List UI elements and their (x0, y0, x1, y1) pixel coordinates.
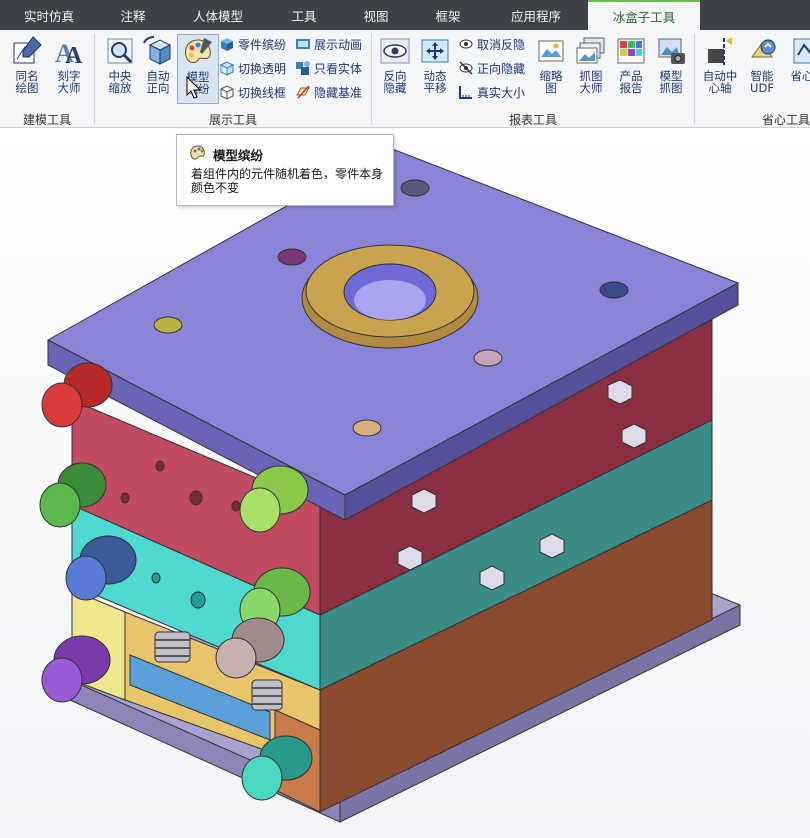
group-save-effort-tools: 自动中 心轴 智能 UDF 省心 省心工具 (695, 30, 810, 128)
tab-annotation[interactable]: 注释 (98, 0, 168, 30)
save-effort-icon (793, 38, 810, 64)
engraving-letter-icon: AA (55, 39, 83, 67)
engraving-master-button[interactable]: AA 刻字 大师 (48, 34, 90, 104)
tooltip-description: 着组件内的元件随机着色，零件本身颜色不变 (191, 167, 384, 195)
show-animation-button[interactable]: 展示动画 (295, 34, 362, 54)
tab-realtime-simulation[interactable]: 实时仿真 (0, 0, 98, 30)
center-zoom-button[interactable]: 中央 缩放 (99, 34, 141, 104)
datum-plane-icon (296, 85, 310, 99)
ruler-icon (459, 86, 472, 99)
forward-hide-button[interactable]: 正向隐藏 (458, 58, 525, 78)
palette-icon (190, 145, 205, 160)
model-capture-button[interactable]: 模型 抓图 (650, 34, 692, 104)
solid-parts-icon (296, 61, 310, 75)
colored-cube-icon (221, 38, 233, 51)
auto-orient-button[interactable]: 自动 正向 (137, 34, 179, 104)
smart-udf-icon (751, 39, 776, 58)
tab-human-model[interactable]: 人体模型 (168, 0, 268, 30)
eye-icon (459, 39, 473, 49)
eye-reverse-icon (380, 38, 410, 64)
capture-master-button[interactable]: 抓图 大师 (570, 34, 612, 104)
reverse-hide-button[interactable]: 反向 隐藏 (374, 34, 416, 104)
axis-icon (708, 37, 732, 65)
group-label-report: 报表工具 (508, 113, 557, 127)
tooltip-model-colorful: 模型缤纷 着组件内的元件随机着色，零件本身颜色不变 (176, 134, 394, 206)
same-name-drawing-button[interactable]: 同名 绘图 (6, 34, 48, 104)
mouse-pointer-icon (186, 76, 202, 99)
tab-icebox-tools[interactable]: 冰盒子工具 (588, 0, 700, 30)
eye-crossed-icon (459, 61, 473, 75)
application-window: 实时仿真 注释 人体模型 工具 视图 框架 应用程序 冰盒子工具 同名 绘图 A… (0, 0, 810, 838)
3d-viewport[interactable] (0, 129, 810, 838)
pan-arrows-icon (421, 39, 449, 63)
tooltip-title: 模型缤纷 (213, 148, 264, 163)
tab-view[interactable]: 视图 (340, 0, 412, 30)
part-colorful-button[interactable]: 零件缤纷 (219, 34, 286, 54)
svg-text:A: A (65, 43, 83, 67)
group-label-modeling: 建模工具 (22, 113, 71, 127)
smart-udf-button[interactable]: 智能 UDF (741, 34, 783, 104)
ribbon-panel: 同名 绘图 AA 刻字 大师 建模工具 中央 缩放 自动 正向 模型 缤纷 (0, 30, 810, 128)
toggle-wireframe-button[interactable]: 切换线框 (219, 82, 286, 102)
report-color-icon (617, 38, 645, 64)
ribbon-tab-bar: 实时仿真 注释 人体模型 工具 视图 框架 应用程序 冰盒子工具 (0, 0, 810, 30)
mold-assembly-model[interactable] (0, 129, 810, 838)
drawing-icon (13, 36, 42, 64)
toggle-transparent-button[interactable]: 切换透明 (219, 58, 286, 78)
transparent-cube-icon (219, 61, 235, 76)
thumbnail-icon (538, 40, 564, 62)
animation-icon (296, 39, 310, 49)
save-effort-button[interactable]: 省心 (781, 34, 810, 104)
group-label-display: 展示工具 (208, 113, 257, 127)
cube-orient-icon (143, 35, 172, 65)
hide-datum-button[interactable]: 隐藏基准 (295, 82, 362, 102)
camera-icon (658, 38, 685, 64)
tab-applications[interactable]: 应用程序 (484, 0, 588, 30)
thumbnail-button[interactable]: 缩略 图 (530, 34, 572, 104)
cancel-reverse-hide-button[interactable]: 取消反隐 (458, 34, 525, 54)
screenshot-stack-icon (576, 37, 605, 64)
group-report-tools: 反向 隐藏 动态 平移 取消反隐 正向隐藏 真实大小 缩略 图 抓图 大师 产品… (372, 30, 694, 128)
group-modeling-tools: 同名 绘图 AA 刻字 大师 建模工具 (0, 30, 94, 128)
auto-center-axis-button[interactable]: 自动中 心轴 (699, 34, 741, 104)
magnifier-icon (107, 38, 133, 64)
true-size-button[interactable]: 真实大小 (458, 82, 525, 102)
solid-only-button[interactable]: 只看实体 (295, 58, 362, 78)
product-report-button[interactable]: 产品 报告 (610, 34, 652, 104)
dynamic-pan-button[interactable]: 动态 平移 (414, 34, 456, 104)
palette-icon (185, 38, 212, 64)
tab-frame[interactable]: 框架 (412, 0, 484, 30)
group-label-save-effort: 省心工具 (761, 113, 810, 127)
wireframe-cube-icon (220, 85, 234, 100)
tab-tools[interactable]: 工具 (268, 0, 340, 30)
group-display-tools: 中央 缩放 自动 正向 模型 缤纷 零件缤纷 切换透明 切换线框 (95, 30, 371, 128)
